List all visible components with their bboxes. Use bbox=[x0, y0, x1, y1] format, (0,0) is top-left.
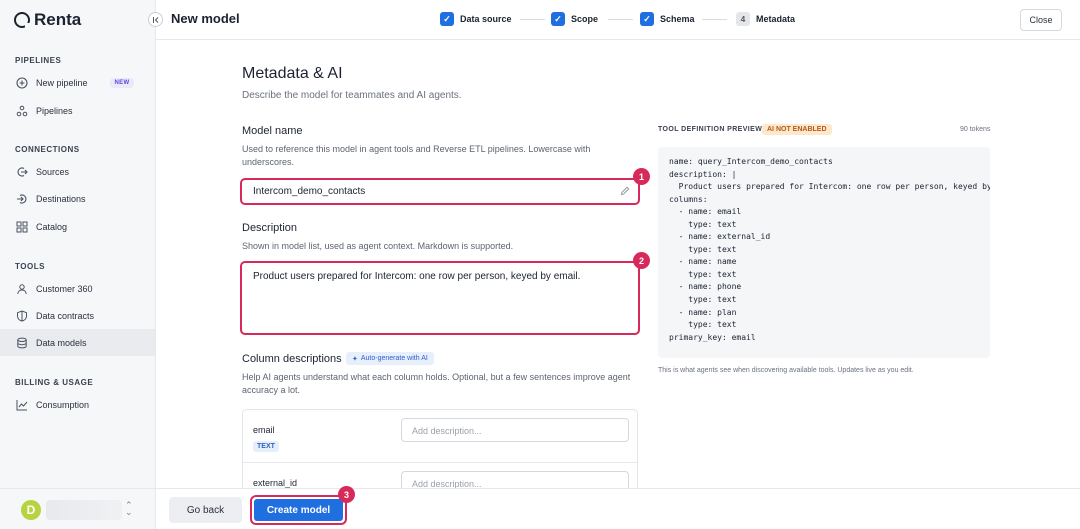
user-icon bbox=[16, 283, 28, 295]
sparkle-icon: ✦ bbox=[352, 355, 358, 363]
sidebar-item-label: Consumption bbox=[36, 399, 90, 410]
step-label: Data source bbox=[460, 14, 512, 24]
plus-circle-icon bbox=[16, 76, 28, 89]
token-count: 90 tokens bbox=[960, 126, 991, 133]
sidebar: Renta PIPELINES New pipeline NEW Pipelin… bbox=[0, 0, 156, 529]
sidebar-item-pipelines[interactable]: Pipelines bbox=[0, 97, 155, 124]
step-label: Metadata bbox=[756, 14, 796, 24]
description-textarea[interactable]: Product users prepared for Intercom: one… bbox=[240, 261, 640, 335]
row-divider bbox=[243, 462, 637, 463]
form-heading: Metadata & AI bbox=[242, 65, 343, 82]
brand-name: Renta bbox=[34, 10, 82, 29]
step-scope[interactable]: ✓ Scope bbox=[551, 12, 598, 26]
column-list: email TEXT Add description... external_i… bbox=[242, 409, 638, 488]
section-tools: TOOLS bbox=[15, 262, 45, 271]
form-subheading: Describe the model for teammates and AI … bbox=[242, 90, 462, 101]
column-name: email bbox=[253, 425, 275, 435]
close-button[interactable]: Close bbox=[1020, 9, 1062, 31]
pipeline-icon bbox=[16, 105, 28, 117]
logo[interactable]: Renta bbox=[14, 10, 81, 30]
sidebar-item-customer-360[interactable]: Customer 360 bbox=[0, 275, 155, 302]
model-name-value: Intercom_demo_contacts bbox=[253, 186, 366, 197]
callout-marker-1: 1 bbox=[633, 168, 650, 185]
auto-generate-ai-button[interactable]: ✦ Auto-generate with AI bbox=[346, 352, 434, 365]
check-icon: ✓ bbox=[640, 12, 654, 26]
check-icon: ✓ bbox=[551, 12, 565, 26]
column-name: external_id bbox=[253, 478, 298, 488]
step-data-source[interactable]: ✓ Data source bbox=[440, 12, 512, 26]
collapse-sidebar-icon[interactable] bbox=[148, 12, 163, 27]
new-badge: NEW bbox=[109, 77, 135, 88]
sidebar-item-data-models[interactable]: Data models bbox=[0, 329, 155, 356]
model-name-input[interactable]: Intercom_demo_contacts bbox=[240, 178, 640, 205]
sidebar-item-label: Catalog bbox=[36, 221, 68, 232]
model-name-label: Model name bbox=[242, 125, 303, 137]
pencil-icon[interactable] bbox=[620, 186, 630, 199]
footer-bar: Go back Create model 3 bbox=[156, 486, 1080, 529]
step-connector bbox=[520, 19, 545, 20]
main-content: Metadata & AI Describe the model for tea… bbox=[156, 41, 1080, 488]
step-number: 4 bbox=[736, 12, 750, 26]
description-label: Description bbox=[242, 222, 298, 234]
callout-marker-3: 3 bbox=[338, 486, 355, 503]
callout-marker-2: 2 bbox=[633, 252, 650, 269]
sidebar-item-sources[interactable]: Sources bbox=[0, 158, 155, 185]
top-bar: New model ✓ Data source ✓ Scope ✓ Schema… bbox=[156, 0, 1080, 40]
sidebar-item-label: Destinations bbox=[36, 193, 86, 204]
section-billing: BILLING & USAGE bbox=[15, 378, 94, 387]
sidebar-item-new-pipeline[interactable]: New pipeline NEW bbox=[0, 69, 155, 96]
description-value: Product users prepared for Intercom: one… bbox=[253, 271, 581, 282]
check-icon: ✓ bbox=[440, 12, 454, 26]
chart-icon bbox=[16, 399, 28, 411]
source-icon bbox=[16, 166, 28, 178]
auto-generate-label: Auto-generate with AI bbox=[360, 355, 428, 362]
sidebar-item-label: Customer 360 bbox=[36, 283, 93, 294]
step-metadata[interactable]: 4 Metadata bbox=[736, 12, 795, 26]
step-connector bbox=[702, 19, 727, 20]
column-descriptions-label: Column descriptions bbox=[242, 353, 342, 365]
avatar: D bbox=[21, 500, 41, 520]
preview-title: TOOL DEFINITION PREVIEW bbox=[658, 126, 763, 133]
sidebar-item-label: New pipeline bbox=[36, 77, 88, 88]
sidebar-item-label: Sources bbox=[36, 166, 70, 177]
grid-icon bbox=[16, 221, 28, 233]
sidebar-item-label: Data contracts bbox=[36, 310, 95, 321]
section-pipelines: PIPELINES bbox=[15, 56, 62, 65]
description-hint: Shown in model list, used as agent conte… bbox=[242, 241, 514, 251]
sidebar-item-consumption[interactable]: Consumption bbox=[0, 391, 155, 418]
step-schema[interactable]: ✓ Schema bbox=[640, 12, 695, 26]
sidebar-item-label: Data models bbox=[36, 337, 87, 348]
sidebar-item-catalog[interactable]: Catalog bbox=[0, 213, 155, 240]
sidebar-item-data-contracts[interactable]: Data contracts bbox=[0, 302, 155, 329]
column-descriptions-hint: Help AI agents understand what each colu… bbox=[242, 372, 631, 395]
page-title: New model bbox=[171, 11, 240, 26]
create-model-highlight: Create model bbox=[250, 495, 347, 525]
preview-footnote: This is what agents see when discovering… bbox=[658, 367, 914, 374]
sidebar-item-destinations[interactable]: Destinations bbox=[0, 185, 155, 212]
step-label: Schema bbox=[660, 14, 695, 24]
model-name-hint: Used to reference this model in agent to… bbox=[242, 144, 591, 167]
column-description-input[interactable]: Add description... bbox=[401, 418, 629, 442]
ai-status-badge: AI NOT ENABLED bbox=[762, 124, 832, 135]
section-connections: CONNECTIONS bbox=[15, 145, 80, 154]
tool-definition-code: name: query_Intercom_demo_contacts descr… bbox=[658, 147, 990, 358]
column-type-badge: TEXT bbox=[253, 441, 279, 452]
account-switcher[interactable]: D ⌃ ⌄ bbox=[0, 488, 155, 529]
column-description-input[interactable]: Add description... bbox=[401, 471, 629, 488]
chevron-up-down-icon: ⌃ ⌄ bbox=[125, 500, 133, 517]
destination-icon bbox=[16, 193, 28, 205]
create-model-button[interactable]: Create model bbox=[254, 499, 343, 521]
renta-logo-icon bbox=[14, 12, 31, 29]
shield-icon bbox=[16, 309, 28, 322]
database-icon bbox=[16, 337, 28, 349]
step-connector bbox=[608, 19, 633, 20]
account-name-redacted bbox=[46, 500, 122, 520]
sidebar-item-label: Pipelines bbox=[36, 105, 73, 116]
step-label: Scope bbox=[571, 14, 599, 24]
go-back-button[interactable]: Go back bbox=[169, 497, 242, 523]
